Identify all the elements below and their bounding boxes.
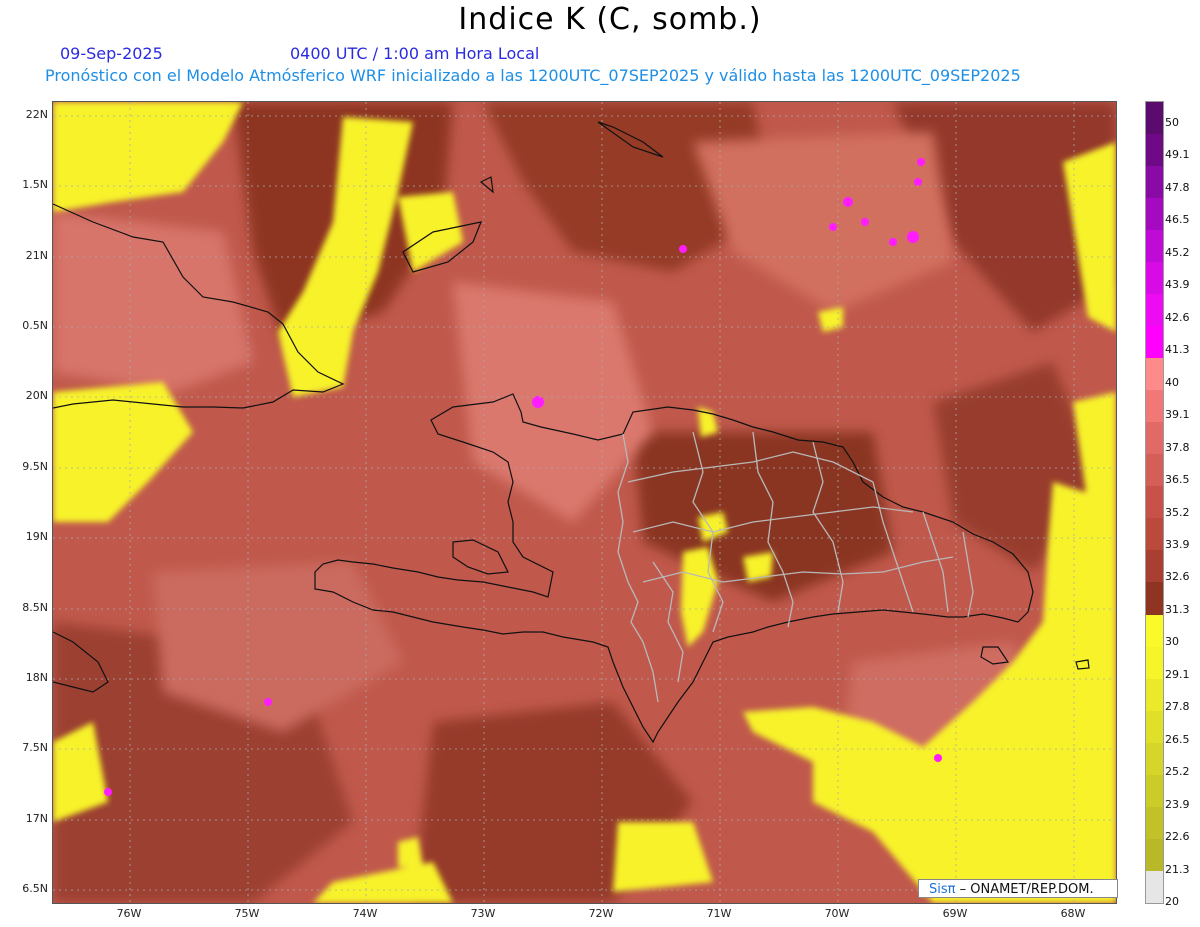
- map-canvas: [53, 102, 1116, 903]
- credit-box: Sisπ – ONAMET/REP.DOM.: [918, 879, 1118, 898]
- map-title: Indice K (C, somb.): [458, 2, 762, 37]
- colorbar-segment: [1146, 678, 1163, 711]
- lat-label: 8.5N: [22, 601, 48, 614]
- sispi-logo: Sisπ: [929, 882, 956, 897]
- colorbar-label: 36.5: [1165, 473, 1190, 487]
- lat-label: 9.5N: [22, 460, 48, 473]
- colorbar-label: 47.8: [1165, 180, 1190, 194]
- colorbar-label: 31.3: [1165, 602, 1190, 616]
- colorbar-label: 25.2: [1165, 765, 1190, 779]
- colorbar-label: 39.1: [1165, 408, 1190, 422]
- colorbar-label: 42.6: [1165, 310, 1190, 324]
- lat-label: 17N: [25, 812, 48, 825]
- lon-label: 76W: [116, 907, 142, 920]
- colorbar-label: 23.9: [1165, 797, 1190, 811]
- colorbar: [1145, 101, 1164, 904]
- colorbar-segment: [1146, 518, 1163, 551]
- lat-label: 7.5N: [22, 741, 48, 754]
- lat-label: 1.5N: [22, 178, 48, 191]
- colorbar-segment: [1146, 326, 1163, 359]
- colorbar-segment: [1146, 614, 1163, 647]
- colorbar-segment: [1146, 838, 1163, 871]
- colorbar-segment: [1146, 550, 1163, 583]
- forecast-time: 0400 UTC / 1:00 am Hora Local: [290, 44, 540, 63]
- colorbar-label: 27.8: [1165, 700, 1190, 714]
- colorbar-segment: [1146, 358, 1163, 391]
- lon-label: 74W: [352, 907, 378, 920]
- colorbar-segment: [1146, 870, 1163, 903]
- forecast-date: 09-Sep-2025: [60, 44, 163, 63]
- colorbar-label: 22.6: [1165, 830, 1190, 844]
- k-index-map: [52, 101, 1117, 904]
- colorbar-label: 50: [1165, 116, 1179, 129]
- colorbar-label: 20: [1165, 895, 1179, 908]
- forecast-subtitle: Pronóstico con el Modelo Atmósferico WRF…: [45, 66, 1021, 85]
- lat-label: 6.5N: [22, 882, 48, 895]
- colorbar-label: 33.9: [1165, 537, 1190, 551]
- colorbar-segment: [1146, 166, 1163, 199]
- colorbar-segment: [1146, 774, 1163, 807]
- colorbar-label: 37.8: [1165, 440, 1190, 454]
- lon-label: 70W: [824, 907, 850, 920]
- colorbar-label: 45.2: [1165, 245, 1190, 259]
- lat-label: 21N: [25, 249, 48, 262]
- lon-label: 72W: [588, 907, 614, 920]
- lat-label: 22N: [25, 108, 48, 121]
- colorbar-label: 35.2: [1165, 505, 1190, 519]
- colorbar-label: 41.3: [1165, 343, 1190, 357]
- colorbar-label: 46.5: [1165, 213, 1190, 227]
- colorbar-segment: [1146, 262, 1163, 295]
- lon-label: 75W: [234, 907, 260, 920]
- colorbar-segment: [1146, 806, 1163, 839]
- lon-label: 69W: [942, 907, 968, 920]
- colorbar-label: 26.5: [1165, 732, 1190, 746]
- colorbar-segment: [1146, 742, 1163, 775]
- colorbar-segment: [1146, 486, 1163, 519]
- lat-label: 0.5N: [22, 319, 48, 332]
- colorbar-segment: [1146, 422, 1163, 455]
- lon-label: 71W: [706, 907, 732, 920]
- colorbar-label: 49.1: [1165, 148, 1190, 162]
- colorbar-label: 29.1: [1165, 667, 1190, 681]
- colorbar-segment: [1146, 102, 1163, 135]
- colorbar-label: 21.3: [1165, 862, 1190, 876]
- colorbar-label: 32.6: [1165, 570, 1190, 584]
- colorbar-segment: [1146, 198, 1163, 231]
- colorbar-label: 43.9: [1165, 278, 1190, 292]
- colorbar-segment: [1146, 710, 1163, 743]
- colorbar-label: 40: [1165, 375, 1179, 389]
- colorbar-label: 30: [1165, 635, 1179, 649]
- colorbar-segment: [1146, 230, 1163, 263]
- lat-label: 19N: [25, 530, 48, 543]
- colorbar-segment: [1146, 294, 1163, 327]
- lon-label: 73W: [470, 907, 496, 920]
- colorbar-segment: [1146, 390, 1163, 423]
- colorbar-segment: [1146, 646, 1163, 679]
- lon-label: 68W: [1060, 907, 1086, 920]
- credit-text: – ONAMET/REP.DOM.: [955, 882, 1094, 897]
- colorbar-segment: [1146, 582, 1163, 615]
- colorbar-segment: [1146, 134, 1163, 167]
- lat-label: 20N: [25, 389, 48, 402]
- colorbar-segment: [1146, 454, 1163, 487]
- lat-label: 18N: [25, 671, 48, 684]
